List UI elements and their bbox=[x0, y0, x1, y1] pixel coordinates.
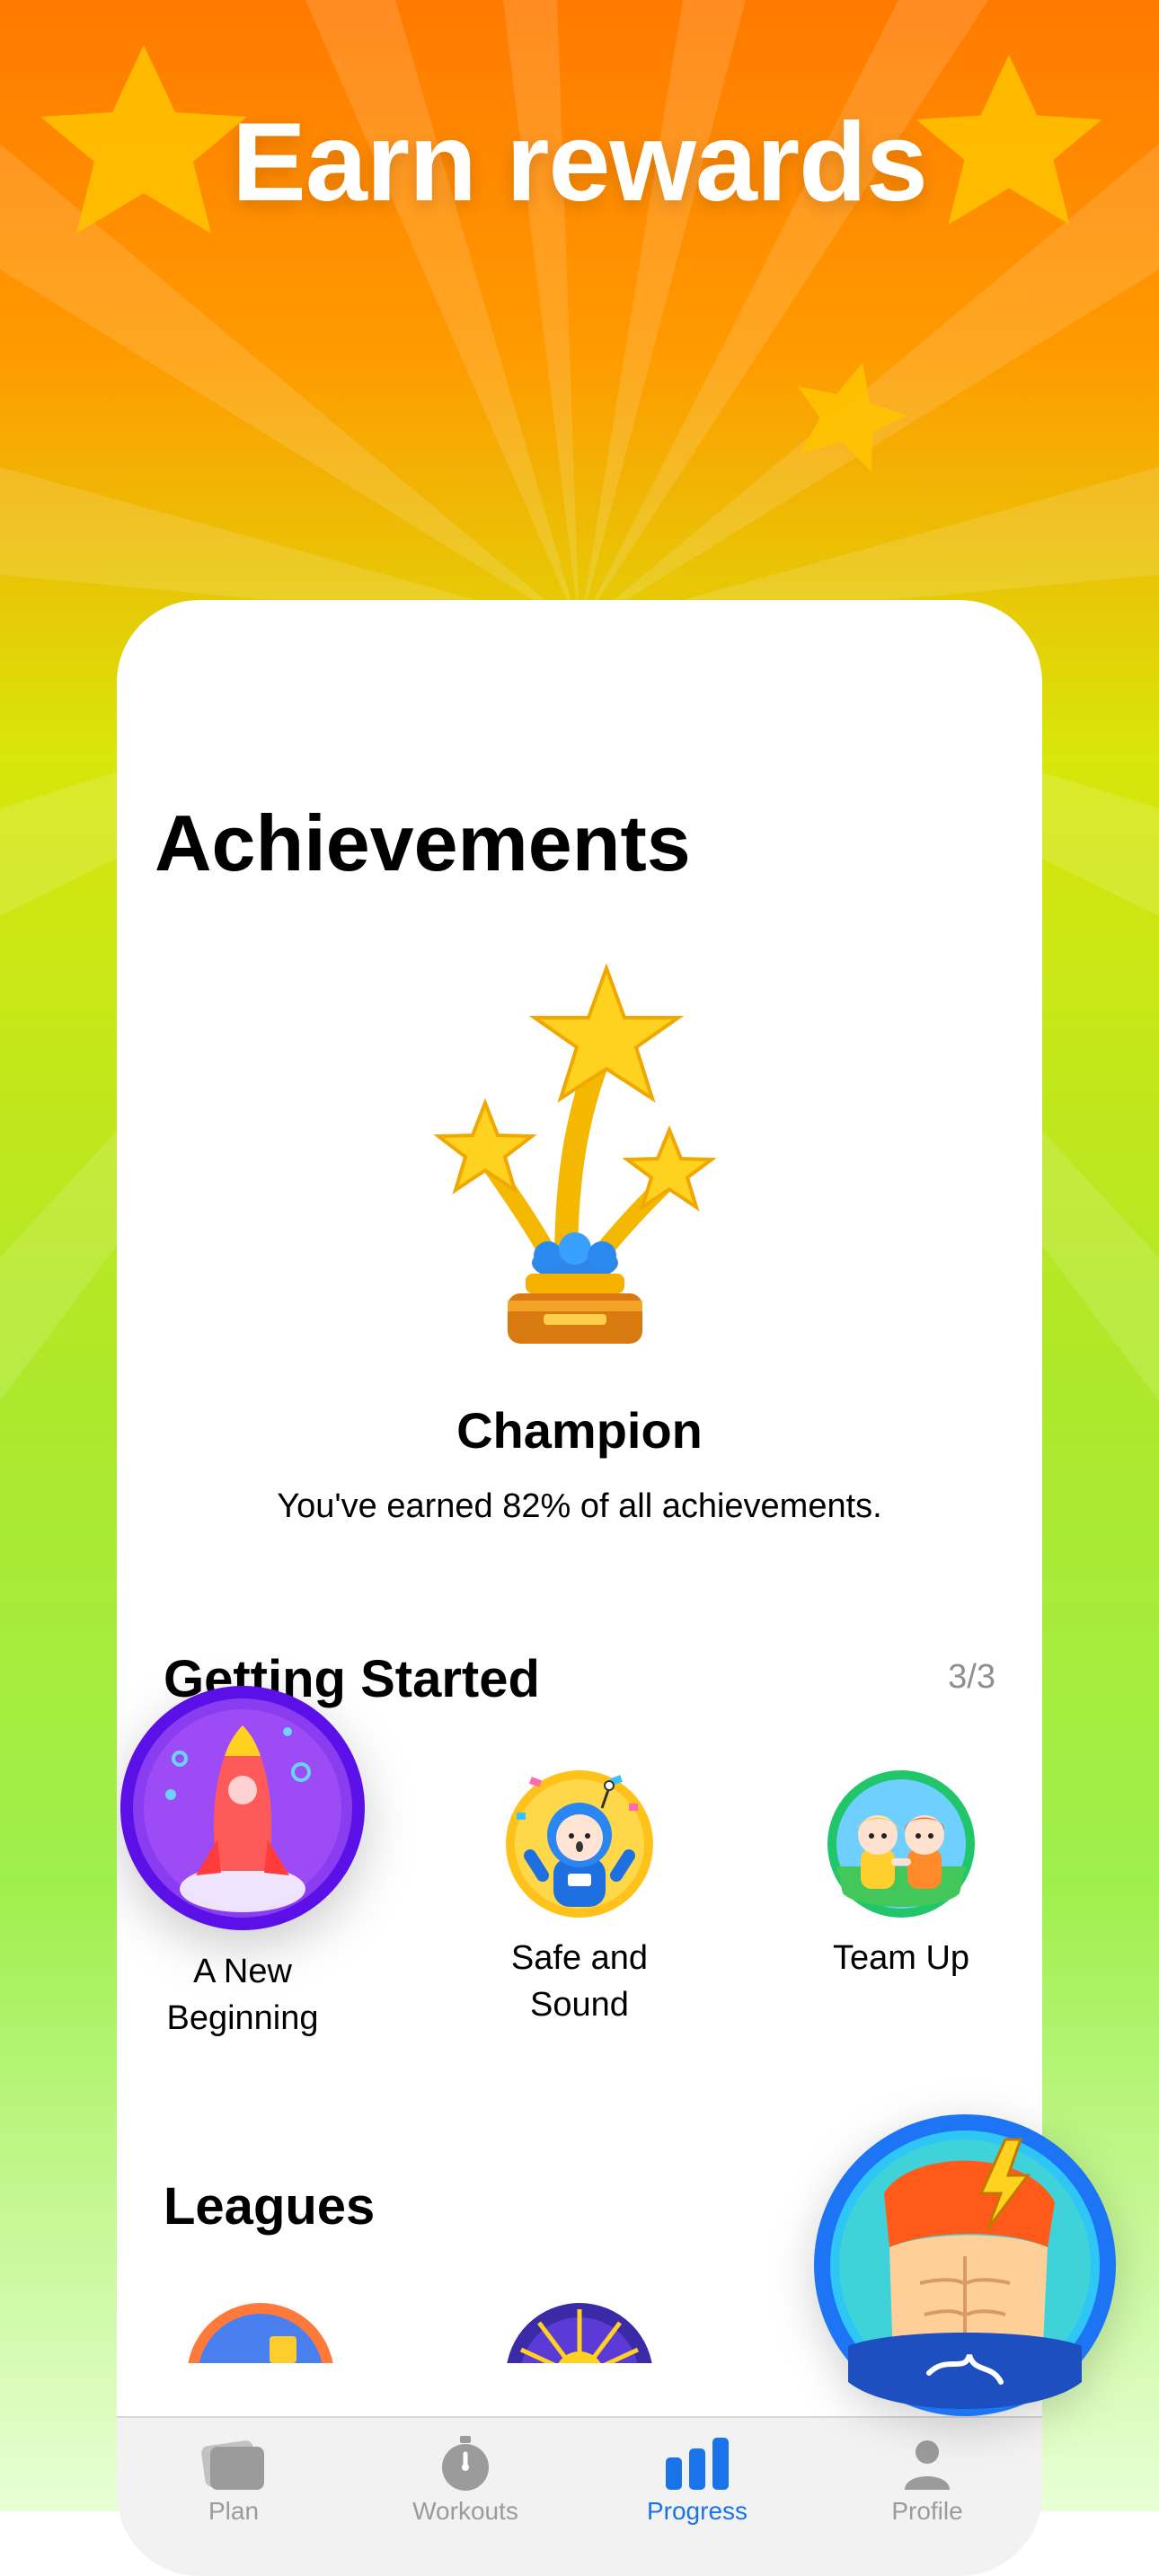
tab-bar: Plan Workouts Progress Profile bbox=[117, 2416, 1042, 2576]
stopwatch-icon bbox=[442, 2436, 489, 2491]
tab-label-workouts: Workouts bbox=[412, 2497, 518, 2525]
trophy-icon bbox=[433, 963, 717, 1344]
tab-plan[interactable]: Plan bbox=[126, 2436, 341, 2526]
badge-label-line1: Safe and bbox=[510, 1939, 649, 1977]
bar-chart-icon bbox=[666, 2438, 729, 2490]
cards-icon bbox=[201, 2440, 264, 2490]
badge-label-line2: Sound bbox=[530, 1986, 629, 2024]
badge-label-line1: Team Up bbox=[832, 1939, 970, 1977]
page-title: Achievements bbox=[155, 798, 691, 887]
league-badge-icon[interactable] bbox=[503, 2300, 656, 2363]
badge-safe-and-sound[interactable]: Safe and Sound bbox=[436, 1768, 723, 2028]
earned-text: You've earned 82% of all achievements. bbox=[277, 1487, 882, 1525]
section-title-leagues: Leagues bbox=[164, 2177, 376, 2236]
badge-label-line1: A New bbox=[193, 1953, 292, 1990]
tab-label-profile: Profile bbox=[891, 2497, 963, 2525]
rocket-icon bbox=[120, 1686, 365, 1930]
tab-label-plan: Plan bbox=[208, 2497, 260, 2525]
badge-a-new-beginning[interactable]: A New Beginning bbox=[117, 1686, 404, 2042]
section-count: 3/3 bbox=[948, 1658, 995, 1696]
tab-label-progress: Progress bbox=[646, 2497, 748, 2525]
tab-workouts[interactable]: Workouts bbox=[358, 2436, 573, 2526]
person-icon bbox=[905, 2440, 950, 2490]
strong-abs-badge-icon bbox=[814, 2114, 1116, 2416]
team-icon bbox=[827, 1770, 975, 1918]
tab-progress[interactable]: Progress bbox=[589, 2436, 805, 2526]
astronaut-icon bbox=[506, 1770, 653, 1918]
tab-profile[interactable]: Profile bbox=[819, 2436, 1035, 2526]
trophy-name: Champion bbox=[456, 1402, 703, 1459]
badge-team-up[interactable]: Team Up bbox=[757, 1768, 1042, 1981]
headline: Earn rewards bbox=[232, 101, 928, 225]
league-badge-icon[interactable] bbox=[184, 2300, 337, 2363]
badge-label-line2: Beginning bbox=[166, 1999, 319, 2037]
